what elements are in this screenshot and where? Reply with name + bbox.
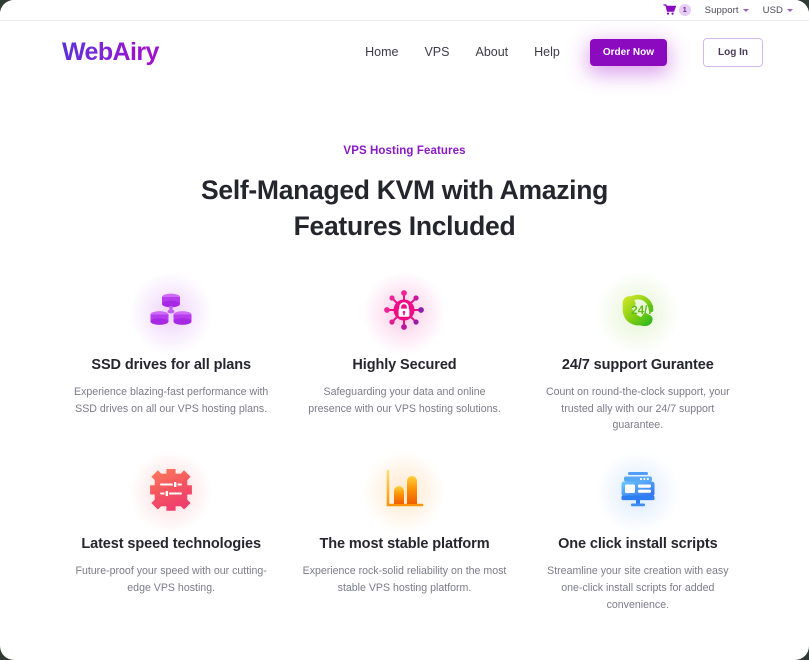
browser-page: 1 Support USD WebAiry Home VPS About Hel… bbox=[0, 0, 809, 660]
order-now-button[interactable]: Order Now bbox=[589, 38, 667, 66]
page-title: Self-Managed KVM with Amazing Features I… bbox=[201, 175, 608, 241]
security-lock-node-icon bbox=[302, 271, 507, 356]
chevron-down-icon bbox=[742, 8, 749, 12]
support-dropdown[interactable]: Support bbox=[705, 5, 749, 16]
feature-title: One click install scripts bbox=[558, 536, 718, 553]
feature-title: The most stable platform bbox=[319, 536, 490, 553]
feature-description: Safeguarding your data and online presen… bbox=[308, 386, 501, 415]
utility-topbar: 1 Support USD bbox=[0, 0, 809, 21]
feature-card: Highly Secured Safeguarding your data an… bbox=[288, 271, 521, 434]
support-label: Support bbox=[704, 4, 739, 16]
nav-item-vps[interactable]: VPS bbox=[424, 45, 449, 59]
section-eyebrow: VPS Hosting Features bbox=[343, 145, 466, 157]
chevron-down-icon bbox=[787, 8, 793, 12]
feature-card: 24/7 24/7 support Gurantee Count on roun… bbox=[521, 271, 754, 434]
currency-label: USD bbox=[762, 4, 783, 16]
feature-title: Highly Secured bbox=[352, 357, 457, 373]
topbar-actions: 1 Support USD bbox=[663, 4, 793, 16]
svg-text:24/7: 24/7 bbox=[631, 305, 653, 317]
nav-item-home[interactable]: Home bbox=[365, 45, 398, 59]
feature-card: The most stable platform Experience rock… bbox=[288, 450, 521, 613]
feature-title: Latest speed technologies bbox=[81, 536, 261, 553]
feature-description: Streamline your site creation with easy … bbox=[547, 565, 729, 611]
feature-title: SSD drives for all plans bbox=[91, 357, 251, 373]
ssd-disk-stack-icon bbox=[69, 271, 274, 356]
feature-card: Latest speed technologies Future-proof y… bbox=[55, 450, 288, 613]
site-logo[interactable]: WebAiry bbox=[62, 39, 159, 65]
nav-item-help[interactable]: Help bbox=[534, 45, 560, 59]
site-header: WebAiry Home VPS About Help Order Now Lo… bbox=[0, 21, 809, 83]
feature-description: Experience blazing-fast performance with… bbox=[74, 386, 269, 415]
features-grid: SSD drives for all plans Experience blaz… bbox=[55, 271, 755, 613]
cart-count-badge: 1 bbox=[678, 4, 691, 16]
bar-chart-icon bbox=[302, 450, 507, 535]
feature-title: 24/7 support Gurantee bbox=[561, 357, 714, 373]
features-section: VPS Hosting Features Self-Managed KVM wi… bbox=[0, 83, 809, 613]
feature-description: Experience rock-solid reliability on the… bbox=[302, 565, 507, 594]
feature-card: SSD drives for all plans Experience blaz… bbox=[55, 271, 288, 434]
cart-button[interactable]: 1 bbox=[663, 4, 691, 16]
feature-description: Count on round-the-clock support, your t… bbox=[545, 386, 730, 432]
currency-dropdown[interactable]: USD bbox=[763, 5, 793, 16]
log-in-button[interactable]: Log In bbox=[703, 37, 763, 67]
nav-item-about[interactable]: About bbox=[475, 45, 508, 59]
feature-description: Future-proof your speed with our cutting… bbox=[75, 565, 267, 594]
main-navigation: Home VPS About Help Order Now Log In bbox=[365, 37, 763, 67]
shopping-cart-icon bbox=[663, 4, 676, 16]
monitor-screen-icon bbox=[535, 450, 740, 535]
gear-sliders-icon bbox=[69, 450, 274, 535]
phone-24-7-support-icon: 24/7 bbox=[535, 271, 740, 356]
feature-card: One click install scripts Streamline you… bbox=[521, 450, 754, 613]
